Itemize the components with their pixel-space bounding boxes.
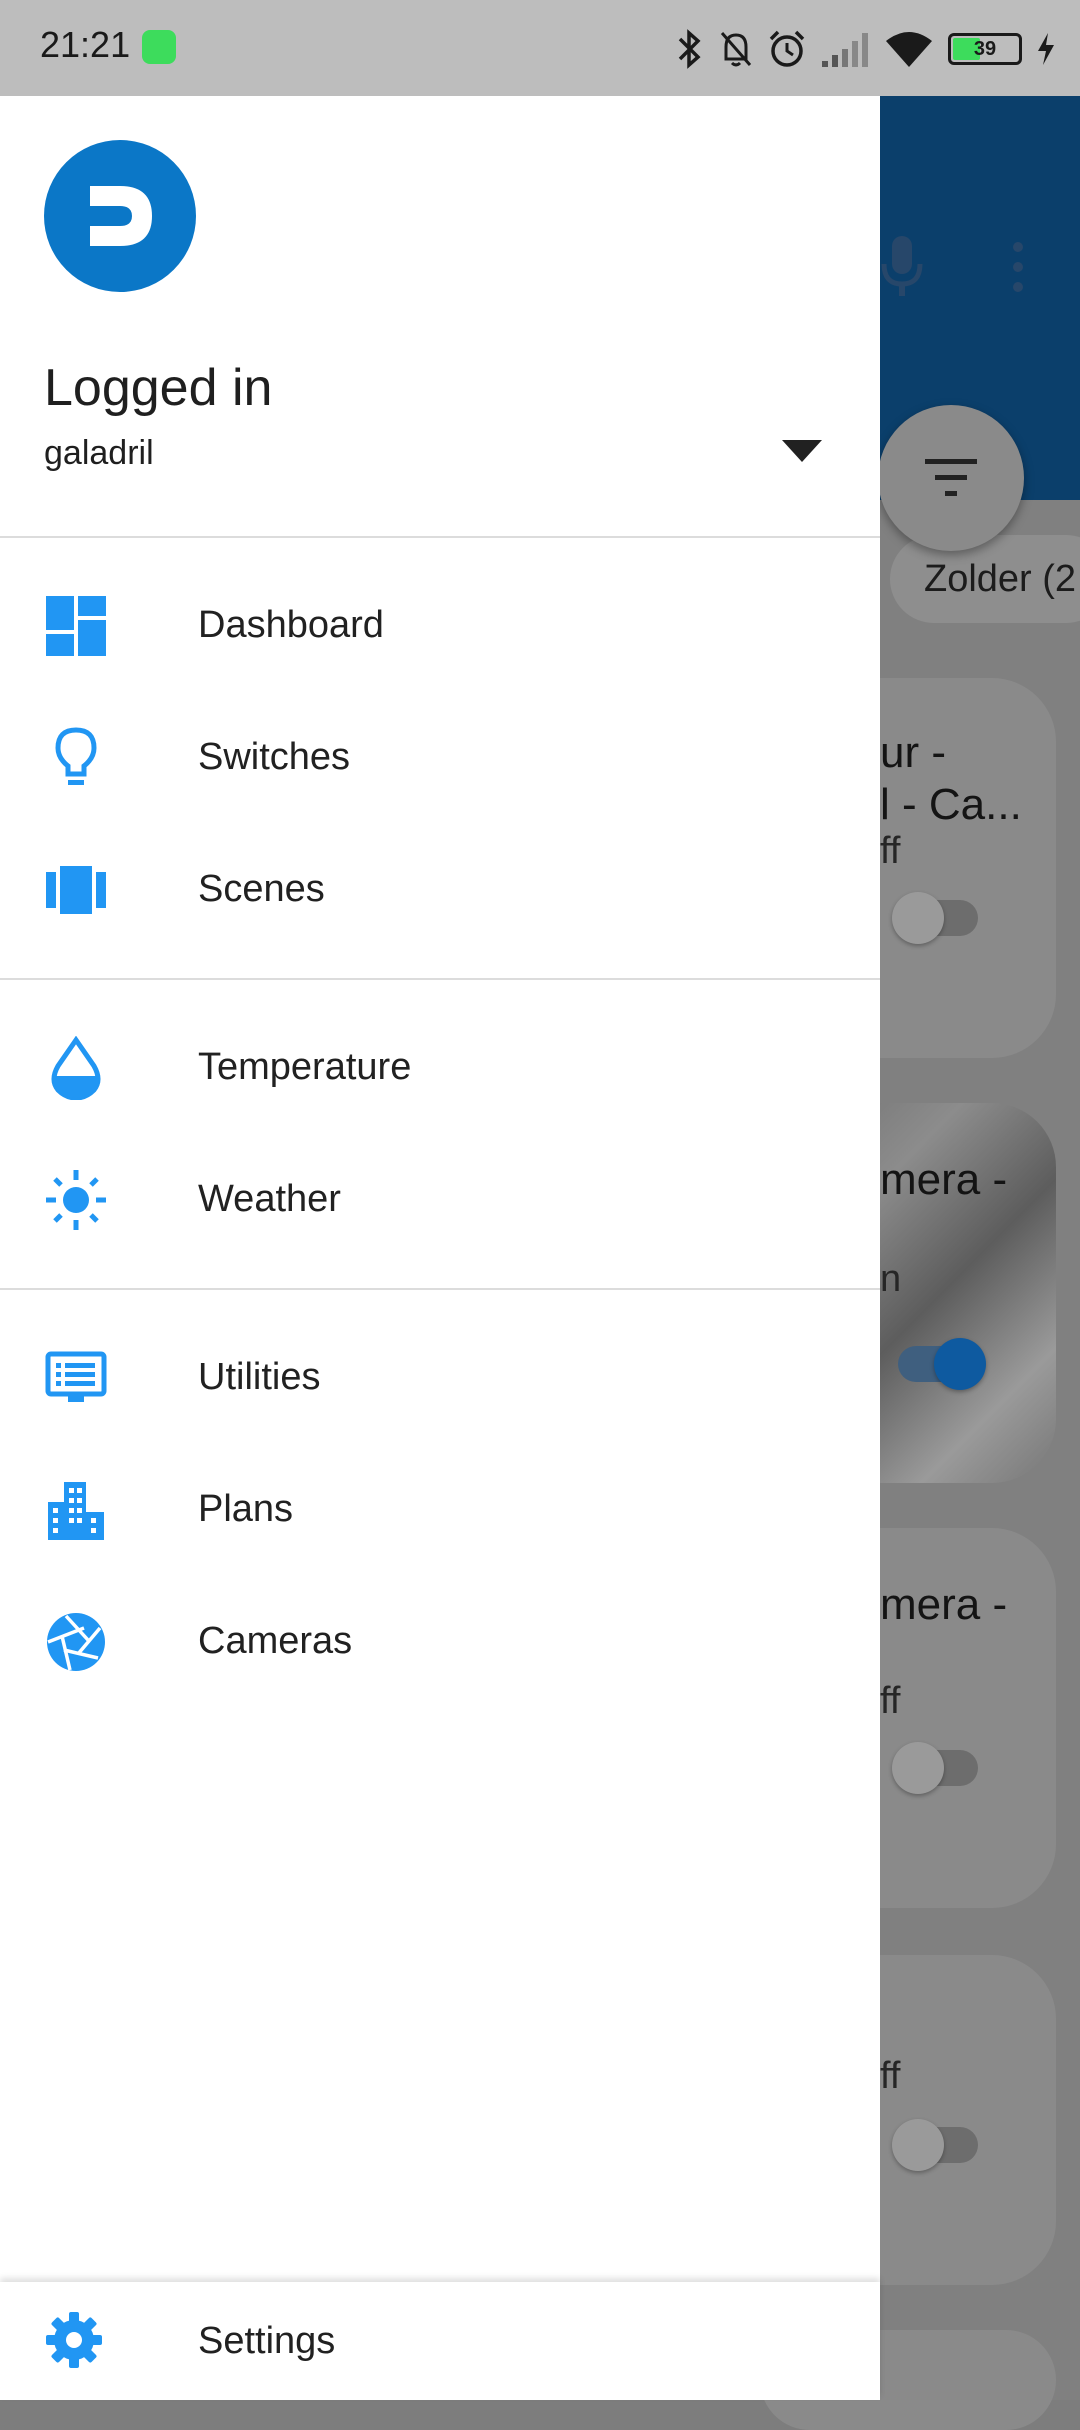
bluetooth-icon — [678, 29, 701, 69]
domoticz-logo-icon — [90, 186, 152, 246]
dashboard-icon — [46, 596, 106, 656]
divider — [0, 1288, 880, 1290]
more-vert-icon[interactable] — [1003, 241, 1033, 293]
signal-icon — [822, 33, 868, 67]
login-status-title: Logged in — [44, 359, 273, 417]
menu-item-dashboard[interactable]: Dashboard — [0, 560, 880, 692]
temperature-drop-icon — [51, 1036, 101, 1100]
divider — [0, 536, 880, 538]
scenes-icon — [46, 866, 106, 914]
card-state: ff — [880, 830, 901, 872]
menu-item-cameras[interactable]: Cameras — [0, 1576, 880, 1708]
divider — [0, 978, 880, 980]
menu-item-label: Cameras — [198, 1620, 353, 1662]
username-label: galadril — [44, 434, 154, 472]
lightbulb-icon — [55, 727, 97, 785]
card-state: ff — [880, 2055, 901, 2097]
status-icons: 39 — [676, 24, 1056, 74]
filter-button[interactable] — [878, 405, 1024, 551]
notification-app-icon — [142, 30, 176, 64]
menu-item-temperature[interactable]: Temperature — [0, 1002, 880, 1134]
card-toggle[interactable] — [898, 1338, 986, 1390]
gear-icon — [46, 2312, 102, 2368]
menu-item-utilities[interactable]: Utilities — [0, 1312, 880, 1444]
filter-chip[interactable]: Zolder (2 — [890, 535, 1080, 623]
card-toggle[interactable] — [892, 1742, 978, 1794]
settings-label: Settings — [198, 2320, 336, 2362]
dropdown-arrow-icon[interactable] — [780, 436, 824, 466]
menu-item-switches[interactable]: Switches — [0, 692, 880, 824]
menu-item-weather[interactable]: Weather — [0, 1134, 880, 1266]
card-state: ff — [880, 1680, 901, 1722]
card-title-line2: l - Ca... — [880, 780, 1022, 829]
menu-item-label: Weather — [198, 1178, 341, 1220]
camera-aperture-icon — [47, 1613, 105, 1671]
card-title: ur - — [880, 728, 946, 777]
menu-item-label: Plans — [198, 1488, 294, 1530]
notifications-off-icon — [720, 32, 752, 67]
navigation-drawer: Logged in galadril Dashboard Switches Sc… — [0, 96, 880, 2400]
settings-item[interactable]: Settings — [0, 2282, 880, 2400]
status-time: 21:21 — [40, 24, 131, 65]
charging-icon — [1038, 33, 1054, 65]
avatar[interactable] — [44, 140, 196, 292]
menu-item-label: Scenes — [198, 868, 325, 910]
menu-item-scenes[interactable]: Scenes — [0, 824, 880, 956]
wifi-icon — [886, 32, 932, 67]
card-toggle[interactable] — [892, 2119, 978, 2171]
card-toggle[interactable] — [892, 892, 978, 944]
menu-item-label: Dashboard — [198, 604, 384, 646]
battery-indicator: 39 — [948, 33, 1022, 65]
menu-item-label: Temperature — [198, 1046, 412, 1088]
menu-item-label: Utilities — [198, 1356, 321, 1398]
sun-icon — [46, 1170, 106, 1230]
building-icon — [48, 1482, 104, 1540]
card-title: mera - — [880, 1155, 1008, 1204]
utilities-icon — [45, 1351, 107, 1402]
alarm-icon — [769, 30, 805, 67]
mic-icon[interactable] — [880, 236, 924, 296]
status-bar: 21:21 39 — [0, 0, 1080, 96]
menu-item-plans[interactable]: Plans — [0, 1444, 880, 1576]
card-title: mera - — [880, 1580, 1008, 1629]
filter-icon — [925, 459, 977, 496]
menu-item-label: Switches — [198, 736, 351, 778]
card-state: n — [880, 1258, 902, 1300]
